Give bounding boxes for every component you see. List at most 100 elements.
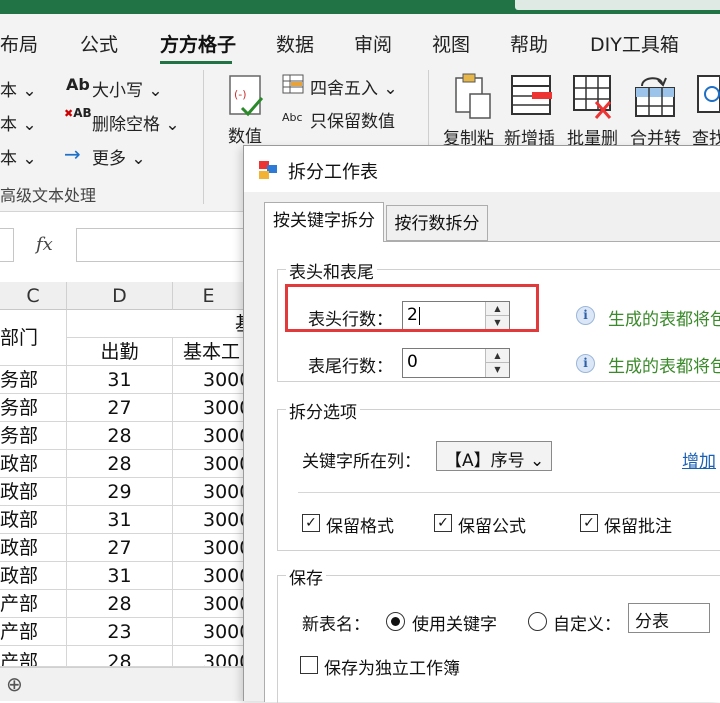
tab-page-layout[interactable]: 布局 bbox=[0, 30, 38, 57]
more-button[interactable]: 更多 ⌄ bbox=[92, 144, 146, 169]
title-bar-search-box[interactable] bbox=[515, 0, 720, 10]
keep-formula-checkbox[interactable]: ✓ bbox=[434, 514, 452, 532]
table-row-cell[interactable]: 28 bbox=[67, 590, 173, 618]
keep-formula-label: 保留公式 bbox=[458, 517, 526, 537]
ribbon-separator bbox=[203, 70, 204, 204]
ribbon-tab-bar: 布局 公式 方方格子 数据 审阅 视图 帮助 DIY工具箱 bbox=[0, 14, 720, 64]
keep-values-icon: Abc bbox=[282, 111, 303, 124]
radio-selected-dot bbox=[391, 617, 400, 626]
table-row-cell[interactable]: 28 bbox=[67, 422, 173, 450]
keyword-column-select[interactable]: 【A】序号 ⌄ bbox=[436, 441, 552, 471]
tab-review[interactable]: 审阅 bbox=[354, 30, 392, 57]
tab-formulas[interactable]: 公式 bbox=[80, 30, 118, 57]
delete-space-icon: ✖AB bbox=[64, 106, 92, 120]
value-button[interactable]: 数值 bbox=[228, 122, 262, 147]
round-button[interactable]: 四舍五入 ⌄ bbox=[310, 74, 398, 99]
ribbon-text-dropdown-3[interactable]: 本 ⌄ bbox=[0, 144, 37, 169]
table-row-cell[interactable]: 3000 bbox=[173, 478, 245, 506]
use-keyword-radio[interactable] bbox=[386, 612, 405, 631]
group-label: 拆分选项 bbox=[286, 398, 360, 423]
table-row-cell[interactable]: 3000 bbox=[173, 562, 245, 590]
tab-fangfang-gezi[interactable]: 方方格子 bbox=[160, 30, 236, 57]
keep-format-checkbox[interactable]: ✓ bbox=[302, 514, 320, 532]
table-row-cell[interactable]: 3000 bbox=[173, 534, 245, 562]
dialog-title: 拆分工作表 bbox=[288, 162, 378, 183]
ribbon-text-dropdown-2[interactable]: 本 ⌄ bbox=[0, 110, 37, 135]
delete-space-button[interactable]: 删除空格 ⌄ bbox=[92, 110, 180, 135]
custom-name-label: 自定义： bbox=[553, 615, 621, 635]
formula-input[interactable] bbox=[76, 228, 246, 262]
info-icon: i bbox=[576, 306, 595, 325]
clipboard-icon bbox=[450, 72, 494, 122]
table-row-cell[interactable]: 31 bbox=[67, 506, 173, 534]
table-row-cell[interactable]: 产部 bbox=[0, 618, 67, 646]
tab-split-by-rows[interactable]: 按行数拆分 bbox=[386, 205, 488, 241]
save-independent-checkbox[interactable] bbox=[300, 656, 318, 674]
table-row-cell[interactable]: 27 bbox=[67, 394, 173, 422]
tab-data[interactable]: 数据 bbox=[276, 30, 314, 57]
divider bbox=[298, 492, 720, 493]
batch-delete-icon bbox=[570, 72, 616, 122]
table-row-cell[interactable]: 28 bbox=[67, 450, 173, 478]
tab-view[interactable]: 视图 bbox=[432, 30, 470, 57]
table-row-cell[interactable]: 31 bbox=[67, 366, 173, 394]
footer-rows-stepper[interactable]: 0 ▲ ▼ bbox=[402, 348, 510, 378]
column-header-d[interactable]: D bbox=[67, 282, 173, 310]
table-row-cell[interactable]: 3000 bbox=[173, 366, 245, 394]
cell-header-dept[interactable]: 部门 bbox=[0, 310, 67, 366]
split-options-group: 拆分选项 关键字所在列： 【A】序号 ⌄ 增加 ✓ 保留格式 ✓ 保留公式 ✓ … bbox=[277, 398, 720, 551]
ribbon-text-dropdown-1[interactable]: 本 ⌄ bbox=[0, 76, 37, 101]
table-row-cell[interactable]: 3000 bbox=[173, 450, 245, 478]
name-box[interactable] bbox=[0, 228, 14, 262]
table-row-cell[interactable]: 政部 bbox=[0, 478, 67, 506]
highlight-annotation-box bbox=[285, 284, 539, 332]
tab-help[interactable]: 帮助 bbox=[510, 30, 548, 57]
tab-diy-toolbox[interactable]: DIY工具箱 bbox=[590, 30, 679, 57]
table-row-cell[interactable]: 23 bbox=[67, 618, 173, 646]
worksheet-grid[interactable]: C D E 部门 基 出勤 基本工 务部 31 3000 务部 27 3000 … bbox=[0, 282, 245, 667]
table-row-cell[interactable]: 产部 bbox=[0, 590, 67, 618]
table-row-cell[interactable]: 3000 bbox=[173, 394, 245, 422]
column-header-c[interactable]: C bbox=[0, 282, 67, 310]
group-label: 保存 bbox=[286, 564, 326, 589]
fx-icon[interactable]: fx bbox=[36, 234, 53, 255]
table-row-cell[interactable]: 政部 bbox=[0, 506, 67, 534]
find-icon bbox=[694, 72, 720, 122]
custom-name-radio[interactable] bbox=[528, 612, 547, 631]
case-button[interactable]: 大小写 ⌄ bbox=[92, 76, 163, 101]
table-row-cell[interactable]: 务部 bbox=[0, 394, 67, 422]
table-row-cell[interactable]: 3000 bbox=[173, 590, 245, 618]
stepper-down-icon[interactable]: ▼ bbox=[486, 363, 509, 377]
info-icon: i bbox=[576, 354, 595, 373]
keep-values-button[interactable]: 只保留数值 bbox=[310, 107, 395, 132]
table-row-cell[interactable]: 产部 bbox=[0, 646, 67, 667]
table-row-cell[interactable]: 政部 bbox=[0, 534, 67, 562]
keep-comment-checkbox[interactable]: ✓ bbox=[580, 514, 598, 532]
sheet-tab-bar: ⊕ bbox=[0, 667, 245, 701]
table-row-cell[interactable]: 务部 bbox=[0, 422, 67, 450]
keyword-column-label: 关键字所在列： bbox=[302, 452, 421, 472]
save-independent-label: 保存为独立工作簿 bbox=[324, 659, 460, 679]
table-row-cell[interactable]: 政部 bbox=[0, 562, 67, 590]
custom-name-input[interactable]: 分表 bbox=[628, 603, 710, 633]
table-row-cell[interactable]: 28 bbox=[67, 646, 173, 667]
cell-header-attendance[interactable]: 出勤 bbox=[67, 338, 173, 366]
header-info-text: 生成的表都将包 bbox=[608, 310, 720, 330]
column-header-e[interactable]: E bbox=[173, 282, 245, 310]
tab-split-by-keyword[interactable]: 按关键字拆分 bbox=[264, 202, 384, 242]
table-row-cell[interactable]: 务部 bbox=[0, 366, 67, 394]
footer-info-text: 生成的表都将包 bbox=[608, 357, 720, 377]
table-row-cell[interactable]: 3000 bbox=[173, 618, 245, 646]
add-link[interactable]: 增加 bbox=[682, 447, 716, 472]
table-row-cell[interactable]: 27 bbox=[67, 534, 173, 562]
table-row-cell[interactable]: 政部 bbox=[0, 450, 67, 478]
stepper-up-icon[interactable]: ▲ bbox=[486, 349, 509, 363]
cell-header-merged[interactable]: 基 bbox=[67, 310, 245, 338]
add-sheet-icon[interactable]: ⊕ bbox=[6, 672, 23, 696]
table-row-cell[interactable]: 31 bbox=[67, 562, 173, 590]
table-row-cell[interactable]: 3000 bbox=[173, 422, 245, 450]
table-row-cell[interactable]: 3000 bbox=[173, 646, 245, 667]
table-row-cell[interactable]: 3000 bbox=[173, 506, 245, 534]
cell-header-basic-salary[interactable]: 基本工 bbox=[173, 338, 245, 366]
table-row-cell[interactable]: 29 bbox=[67, 478, 173, 506]
